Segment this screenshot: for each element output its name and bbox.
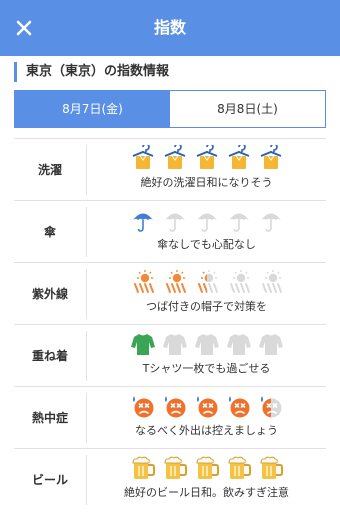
beer-mug-icon — [130, 455, 156, 481]
umbrella-icon — [130, 207, 156, 233]
index-description: 絶好のビール日和。飲みすぎ注意 — [124, 486, 289, 499]
index-label: ビール — [31, 473, 68, 487]
sweater-icon — [226, 331, 252, 357]
index-description: つば付きの帽子で対策を — [146, 300, 267, 313]
index-list: 洗濯 絶好の洗濯日和になりそう 傘 傘なしでも心配なし 紫外線 つば付きの帽子で… — [14, 138, 326, 510]
laundry-shirt-icon — [130, 145, 156, 171]
laundry-shirt-icon — [194, 145, 220, 171]
index-content: なるべく外出は控えましょう — [87, 387, 326, 449]
index-label: 重ね着 — [31, 349, 68, 363]
sweater-icon — [194, 331, 220, 357]
index-row: 重ね着 Tシャツ一枚でも過ごせる — [14, 324, 326, 386]
level-icons — [87, 207, 326, 233]
index-row: 洗濯 絶好の洗濯日和になりそう — [14, 138, 326, 200]
sweater-icon — [258, 331, 284, 357]
index-description: 絶好の洗濯日和になりそう — [140, 176, 273, 189]
laundry-shirt-icon — [258, 145, 284, 171]
level-icons — [87, 145, 326, 171]
umbrella-icon — [258, 207, 284, 233]
level-icons — [87, 269, 326, 295]
index-label: 熱中症 — [31, 411, 68, 425]
laundry-shirt-icon — [162, 145, 188, 171]
beer-mug-icon — [194, 455, 220, 481]
index-label: 傘 — [43, 225, 56, 239]
level-icons — [87, 455, 326, 481]
index-content: 傘なしでも心配なし — [87, 201, 326, 263]
uv-sun-icon — [194, 269, 220, 295]
section-title: 東京（東京）の指数情報 — [14, 62, 169, 82]
index-description: 傘なしでも心配なし — [157, 238, 256, 251]
umbrella-icon — [162, 207, 188, 233]
tab-tomorrow[interactable]: 8月8日(土) — [170, 91, 325, 127]
beer-mug-icon — [258, 455, 284, 481]
beer-mug-icon — [162, 455, 188, 481]
index-row: 傘 傘なしでも心配なし — [14, 200, 326, 262]
uv-sun-icon — [226, 269, 252, 295]
laundry-shirt-icon — [226, 145, 252, 171]
index-content: Tシャツ一枚でも過ごせる — [87, 325, 326, 387]
index-content: 絶好の洗濯日和になりそう — [87, 139, 326, 201]
heatstroke-face-icon — [162, 393, 188, 419]
heatstroke-face-icon — [130, 393, 156, 419]
index-content: つば付きの帽子で対策を — [87, 263, 326, 325]
index-content: 絶好のビール日和。飲みすぎ注意 — [87, 449, 326, 511]
umbrella-icon — [226, 207, 252, 233]
index-row: ビール 絶好のビール日和。飲みすぎ注意 — [14, 448, 326, 510]
app-header: 指数 — [0, 0, 340, 56]
index-label: 洗濯 — [37, 163, 62, 177]
tab-today[interactable]: 8月7日(金) — [15, 91, 170, 127]
umbrella-icon — [194, 207, 220, 233]
index-description: Tシャツ一枚でも過ごせる — [142, 362, 271, 375]
index-row: 熱中症 なるべく外出は控えましょう — [14, 386, 326, 448]
heatstroke-face-icon — [226, 393, 252, 419]
index-description: なるべく外出は控えましょう — [135, 424, 278, 437]
uv-sun-icon — [130, 269, 156, 295]
sweater-icon — [130, 331, 156, 357]
level-icons — [87, 331, 326, 357]
level-icons — [87, 393, 326, 419]
index-label: 紫外線 — [31, 287, 68, 301]
beer-mug-icon — [226, 455, 252, 481]
uv-sun-icon — [162, 269, 188, 295]
date-tabs: 8月7日(金) 8月8日(土) — [14, 90, 326, 128]
heatstroke-face-icon — [258, 393, 284, 419]
heatstroke-face-icon — [194, 393, 220, 419]
page-title: 指数 — [153, 18, 186, 37]
sweater-icon — [162, 331, 188, 357]
index-row: 紫外線 つば付きの帽子で対策を — [14, 262, 326, 324]
uv-sun-icon — [258, 269, 284, 295]
